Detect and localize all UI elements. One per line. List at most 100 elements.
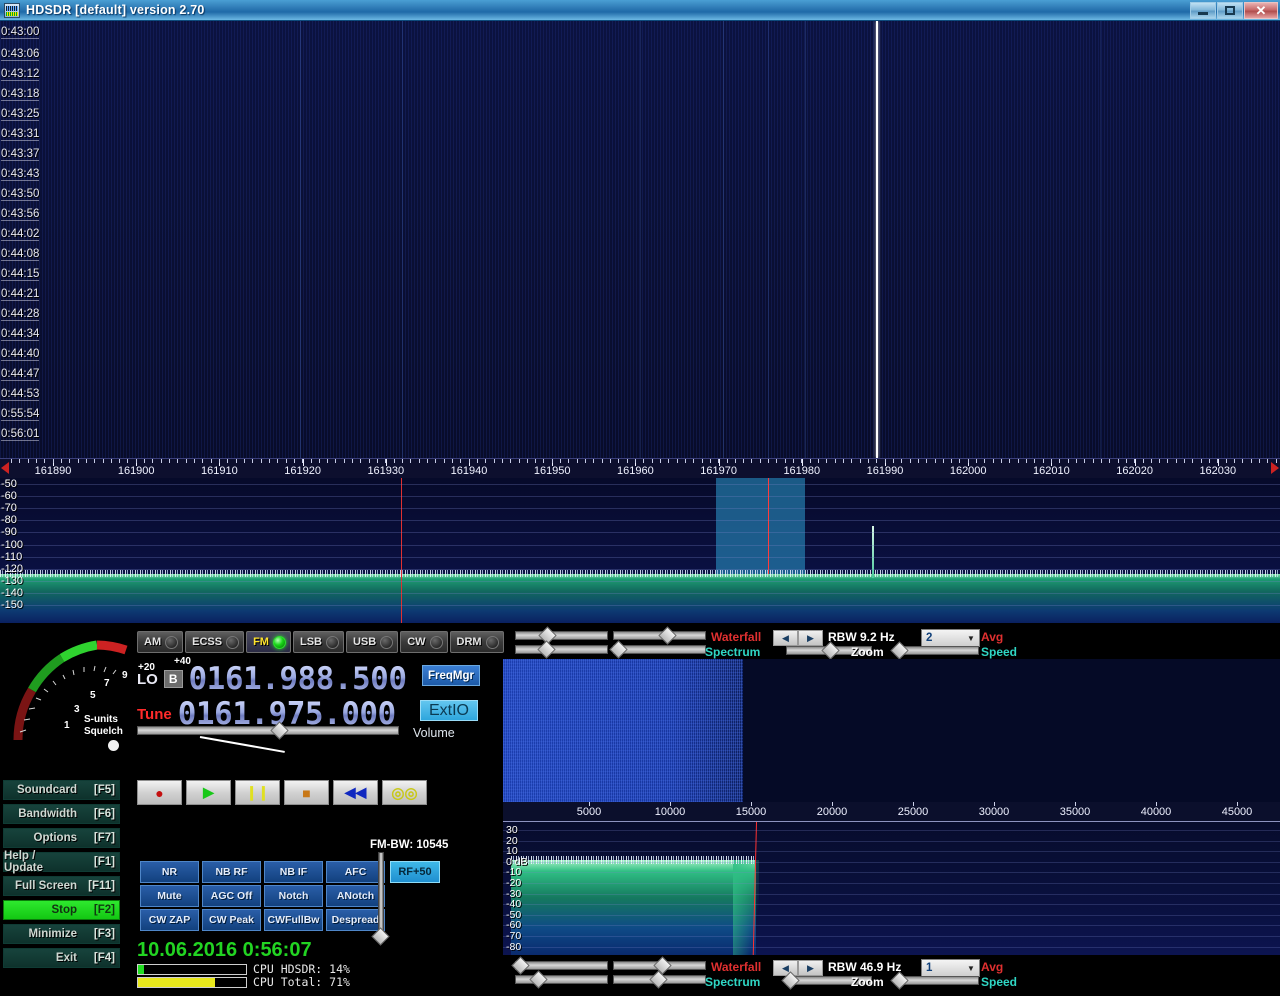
awf-brightness-slider[interactable] (613, 956, 706, 975)
dsp-button-agc-off[interactable]: AGC Off (202, 885, 261, 907)
freqmgr-button[interactable]: FreqMgr (422, 665, 480, 686)
sp-brightness-slider[interactable] (609, 640, 706, 659)
dsp-button-cwfullbw[interactable]: CWFullBw (264, 909, 323, 931)
waterfall-next-button-bottom[interactable]: ▶ (798, 960, 823, 976)
asp-brightness-thumb[interactable] (649, 970, 668, 989)
dsp-button-cw-peak[interactable]: CW Peak (202, 909, 261, 931)
asp-contrast-track[interactable] (515, 970, 608, 989)
frequency-minor-tick (535, 459, 536, 463)
sidebar-button-bandwidth[interactable]: Bandwidth [F6] (3, 804, 120, 824)
sidebar-button-exit[interactable]: Exit [F4] (3, 948, 120, 968)
sidebar-button-shortcut: [F5] (93, 784, 115, 796)
mode-button-usb[interactable]: USB (345, 631, 399, 653)
sidebar-button-minimize[interactable]: Minimize [F3] (3, 924, 120, 944)
wf-brightness-thumb[interactable] (658, 626, 678, 645)
sp-contrast-slider[interactable] (515, 640, 608, 659)
scroll-right-icon[interactable] (1271, 462, 1279, 474)
volume-slider[interactable] (137, 721, 399, 740)
volume-track[interactable] (137, 721, 399, 740)
speed-thumb-top[interactable] (890, 641, 909, 660)
mode-button-drm[interactable]: DRM (449, 631, 504, 653)
dsp-button-nr[interactable]: NR (140, 861, 199, 883)
mode-button-fm[interactable]: FM (246, 631, 291, 653)
zoom-thumb-top[interactable] (821, 641, 840, 660)
tape-button[interactable]: ◎◎ (382, 780, 427, 805)
band-button[interactable]: B (163, 670, 183, 688)
minimize-button[interactable] (1190, 2, 1216, 19)
awf-contrast-thumb[interactable] (511, 956, 530, 975)
sp-contrast-thumb[interactable] (536, 640, 556, 659)
sp-contrast-track[interactable] (515, 640, 608, 659)
dsp-button-nb-if[interactable]: NB IF (264, 861, 323, 883)
sidebar-button-options[interactable]: Options [F7] (3, 828, 120, 848)
mode-button-ecss[interactable]: ECSS (185, 631, 245, 653)
dsp-button-nb-rf[interactable]: NB RF (202, 861, 261, 883)
waterfall-prev-button-bottom[interactable]: ◀ (773, 960, 798, 976)
waterfall-timestamp: 0:44:53 (1, 388, 40, 401)
wf-brightness-slider[interactable] (613, 626, 706, 645)
speed-track-top[interactable] (890, 641, 979, 660)
dsp-button-mute[interactable]: Mute (140, 885, 199, 907)
dsp-button-despread[interactable]: Despread (326, 909, 385, 931)
frequency-minor-tick (477, 459, 478, 463)
rf-spectrum-display[interactable]: 161 931 007 Hz -112.6 dB -50-60-70-80-90… (0, 478, 1280, 623)
sidebar-button-soundcard[interactable]: Soundcard [F5] (3, 780, 120, 800)
window-controls: ✕ (1190, 2, 1278, 19)
pause-button[interactable]: ❙❙ (235, 780, 280, 805)
audio-spectrum-fill (511, 860, 756, 955)
avg-combo-bottom[interactable]: 1 ▼ (921, 959, 980, 977)
dsp-button-notch[interactable]: Notch (264, 885, 323, 907)
dsp-button-cw-zap[interactable]: CW ZAP (140, 909, 199, 931)
rewind-button[interactable]: ◀◀ (333, 780, 378, 805)
awf-contrast-slider[interactable] (511, 956, 608, 975)
stop-button[interactable]: ■ (284, 780, 329, 805)
waterfall-next-button[interactable]: ▶ (798, 630, 823, 646)
maximize-button[interactable] (1217, 2, 1243, 19)
close-button[interactable]: ✕ (1244, 2, 1278, 19)
spectrum-gridline (0, 496, 1280, 497)
dsp-button-anotch[interactable]: ANotch (326, 885, 385, 907)
squelch-slider[interactable] (378, 852, 384, 937)
frequency-scale[interactable]: 161890 161900 161910 161920 161930 161940 1619… (0, 458, 1280, 478)
rf-gain-button[interactable]: RF+50 (390, 861, 440, 883)
waterfall-spinner-bottom[interactable]: ◀ ▶ (773, 960, 823, 976)
avg-combo-top[interactable]: 2 ▼ (921, 629, 980, 647)
passband-selection[interactable] (716, 478, 805, 578)
wf-contrast-slider[interactable] (515, 626, 608, 645)
dsp-button-afc[interactable]: AFC (326, 861, 385, 883)
rf-waterfall-display[interactable] (0, 21, 1280, 458)
asp-contrast-thumb[interactable] (529, 970, 549, 989)
sidebar-button-stop[interactable]: Stop [F2] (3, 900, 120, 920)
audio-spectrum-display[interactable]: 30 20 10 0 dB -10 -20 -30 -40 -50 -60 -70 -80 (503, 822, 1280, 955)
wf-brightness-track[interactable] (613, 626, 706, 645)
sp-brightness-thumb[interactable] (609, 640, 628, 659)
speed-slider-bottom[interactable] (890, 971, 979, 990)
waterfall-prev-button[interactable]: ◀ (773, 630, 798, 646)
speed-track-bottom[interactable] (890, 971, 979, 990)
wf-contrast-track[interactable] (515, 626, 608, 645)
record-button[interactable]: ● (137, 780, 182, 805)
sp-brightness-track[interactable] (609, 640, 706, 659)
lo-frequency-value[interactable]: 0161.988.500 (189, 662, 407, 696)
awf-brightness-track[interactable] (613, 956, 706, 975)
scroll-left-icon[interactable] (1, 462, 9, 474)
asp-brightness-slider[interactable] (613, 970, 706, 989)
extio-button[interactable]: ExtIO (420, 700, 478, 721)
mode-button-lsb[interactable]: LSB (292, 631, 344, 653)
awf-contrast-track[interactable] (511, 956, 608, 975)
mode-button-cw[interactable]: CW (400, 631, 448, 653)
speed-thumb-bottom[interactable] (890, 971, 909, 990)
waterfall-spinner[interactable]: ◀ ▶ (773, 630, 823, 646)
chevron-down-icon[interactable]: ▼ (963, 630, 979, 646)
asp-brightness-track[interactable] (613, 970, 706, 989)
audio-db-label: -10 (506, 866, 522, 878)
speed-label-top: Speed (981, 645, 1018, 659)
speed-slider-top[interactable] (890, 641, 979, 660)
sidebar-button-full-screen[interactable]: Full Screen [F11] (3, 876, 120, 896)
sidebar-button-help-update[interactable]: Help / Update [F1] (3, 850, 120, 874)
asp-contrast-slider[interactable] (515, 970, 608, 989)
chevron-down-icon[interactable]: ▼ (963, 960, 979, 976)
audio-waterfall-display[interactable] (503, 659, 1280, 802)
play-button[interactable]: ▶ (186, 780, 231, 805)
mode-button-am[interactable]: AM (137, 631, 184, 653)
